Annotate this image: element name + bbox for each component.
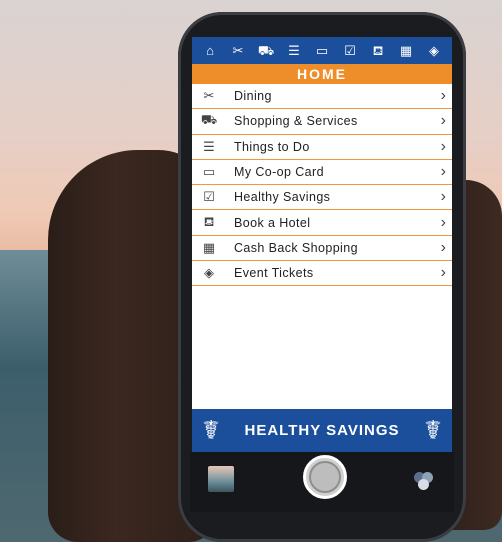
banner-text: HEALTHY SAVINGS bbox=[244, 422, 400, 439]
menu-item-event-tickets[interactable]: ◈ Event Tickets › bbox=[192, 261, 452, 287]
hotel-bed-icon[interactable]: ⛾ bbox=[368, 37, 388, 64]
menu-item-label: Event Tickets bbox=[234, 266, 314, 281]
caduceus-icon: ☤ bbox=[202, 415, 220, 445]
caduceus-icon: ☤ bbox=[424, 415, 442, 445]
chevron-right-icon: › bbox=[440, 188, 446, 206]
chevron-right-icon: › bbox=[440, 87, 446, 105]
shopping-cart-icon: ⛟ bbox=[200, 112, 218, 128]
page-title: HOME bbox=[192, 64, 452, 84]
menu-item-label: Dining bbox=[234, 89, 272, 104]
menu-item-things-to-do[interactable]: ☰ Things to Do › bbox=[192, 135, 452, 160]
menu-item-shopping[interactable]: ⛟ Shopping & Services › bbox=[192, 109, 452, 135]
list-icon[interactable]: ☰ bbox=[284, 37, 304, 64]
shutter-inner bbox=[309, 461, 341, 493]
healthy-savings-banner[interactable]: ☤ HEALTHY SAVINGS ☤ bbox=[192, 409, 452, 452]
top-nav-bar: ⌂ ✂ ⛟ ☰ ▭ ☑ ⛾ ▦ ◈ bbox=[192, 37, 452, 64]
list-icon: ☰ bbox=[203, 138, 215, 154]
menu-item-label: Things to Do bbox=[234, 139, 310, 154]
chevron-right-icon: › bbox=[440, 213, 446, 231]
dining-icon: ✂ bbox=[203, 88, 215, 104]
card-icon: ▭ bbox=[202, 164, 216, 180]
chevron-right-icon: › bbox=[440, 137, 446, 155]
clipboard-icon[interactable]: ☑ bbox=[340, 37, 360, 64]
menu-item-cash-back[interactable]: ▦ Cash Back Shopping › bbox=[192, 236, 452, 262]
menu-item-book-hotel[interactable]: ⛾ Book a Hotel › bbox=[192, 210, 452, 236]
menu-item-label: Shopping & Services bbox=[234, 114, 358, 129]
chevron-right-icon: › bbox=[440, 238, 446, 256]
menu-item-label: Healthy Savings bbox=[234, 190, 331, 205]
menu-item-dining[interactable]: ✂ Dining › bbox=[192, 84, 452, 110]
shopping-cart-icon[interactable]: ⛟ bbox=[256, 37, 276, 64]
app-screen: ⌂ ✂ ⛟ ☰ ▭ ☑ ⛾ ▦ ◈ HOME ✂ Dining › ⛟ Shop… bbox=[192, 37, 452, 452]
cash-register-icon[interactable]: ▦ bbox=[396, 37, 416, 64]
card-icon[interactable]: ▭ bbox=[312, 37, 332, 64]
chevron-right-icon: › bbox=[440, 112, 446, 130]
chevron-right-icon: › bbox=[440, 264, 446, 282]
chevron-right-icon: › bbox=[440, 163, 446, 181]
dining-icon[interactable]: ✂ bbox=[228, 37, 248, 64]
ticket-icon: ◈ bbox=[204, 265, 214, 281]
clipboard-icon: ☑ bbox=[203, 189, 215, 205]
cash-register-icon: ▦ bbox=[202, 239, 216, 255]
menu-item-label: My Co-op Card bbox=[234, 165, 324, 180]
ticket-icon[interactable]: ◈ bbox=[424, 37, 444, 64]
filters-icon[interactable] bbox=[414, 472, 434, 492]
photo-thumbnail[interactable] bbox=[208, 466, 234, 492]
hotel-bed-icon: ⛾ bbox=[203, 213, 215, 229]
home-icon[interactable]: ⌂ bbox=[200, 37, 220, 64]
main-menu: ✂ Dining › ⛟ Shopping & Services › ☰ Thi… bbox=[192, 84, 452, 287]
menu-item-label: Cash Back Shopping bbox=[234, 240, 358, 255]
menu-item-healthy-savings[interactable]: ☑ Healthy Savings › bbox=[192, 185, 452, 211]
menu-item-label: Book a Hotel bbox=[234, 215, 311, 230]
menu-item-coop-card[interactable]: ▭ My Co-op Card › bbox=[192, 160, 452, 186]
